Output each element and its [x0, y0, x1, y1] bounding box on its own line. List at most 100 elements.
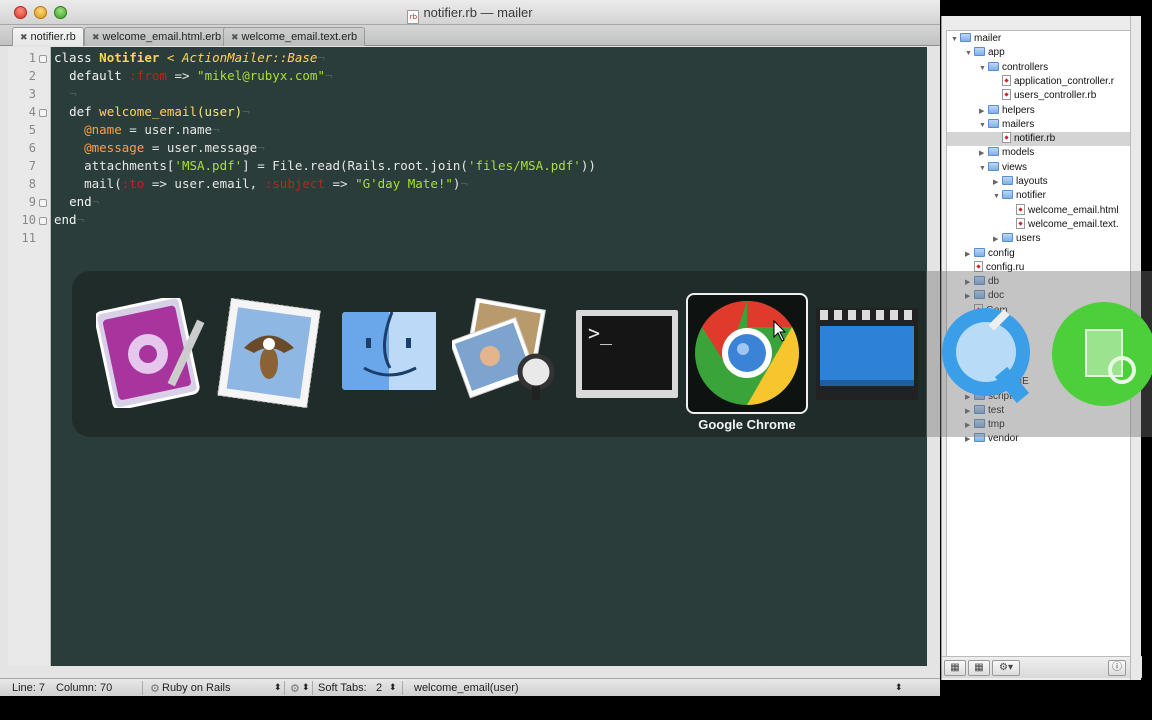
tree-item[interactable]: welcome_email.html — [947, 203, 1135, 218]
ruby-file-icon: rb — [407, 10, 420, 24]
fold-toggle-icon[interactable] — [39, 109, 47, 117]
line-number: 1 — [28, 51, 36, 65]
tree-item[interactable]: ▼ controllers — [947, 61, 1135, 75]
symbol-selector[interactable]: welcome_email(user) — [414, 682, 519, 694]
title-bar[interactable]: rb notifier.rb — mailer — [0, 0, 940, 25]
tree-item[interactable]: ▶ config — [947, 247, 1135, 261]
tree-item[interactable]: ▶ helpers — [947, 104, 1135, 118]
tab-welcome-email-text[interactable]: ✖ welcome_email.text.erb — [223, 27, 366, 46]
language-popup-arrow-icon[interactable]: ⬍ — [274, 682, 282, 693]
disclosure-closed-icon[interactable]: ▶ — [993, 233, 1002, 247]
selected-app-label: Google Chrome — [698, 417, 796, 432]
folder-icon — [974, 47, 985, 57]
line-number: 9 — [28, 195, 36, 209]
bundle-menu-icon[interactable]: ⚙ — [290, 682, 300, 695]
drawer-action-gear-icon[interactable]: ⚙▾ — [992, 660, 1020, 676]
sync-icon[interactable] — [1046, 298, 1152, 408]
chrome-icon[interactable] — [686, 293, 808, 414]
bundle-popup-arrow-icon[interactable]: ⬍ — [302, 682, 310, 693]
string-literal: "mikel@rubyx.com" — [197, 68, 325, 83]
tree-item[interactable]: welcome_email.text. — [947, 217, 1135, 232]
tree-item-label: helpers — [1002, 104, 1035, 116]
disclosure-closed-icon[interactable]: ▶ — [979, 105, 988, 119]
tree-item[interactable]: users_controller.rb — [947, 89, 1135, 103]
drawer-info-button[interactable]: ⓘ — [1108, 660, 1126, 676]
tree-item[interactable]: ▶ users — [947, 232, 1135, 246]
tree-item[interactable]: ▶ models — [947, 146, 1135, 160]
expression: => — [324, 176, 356, 191]
method-call: default — [69, 68, 122, 83]
line-number: 10 — [21, 213, 36, 227]
tab-close-icon[interactable]: ✖ — [20, 32, 28, 42]
tree-item[interactable]: ▼ mailers — [947, 118, 1135, 132]
status-divider — [284, 681, 285, 695]
terminal-icon[interactable]: >_ — [572, 298, 682, 408]
tree-item-label: mailers — [1002, 118, 1035, 130]
folder-icon — [988, 61, 999, 71]
language-selector[interactable]: Ruby on Rails — [162, 682, 230, 694]
disclosure-open-icon[interactable]: ▼ — [965, 47, 974, 61]
tree-item-label: application_controller.r — [1014, 75, 1115, 87]
line-number-gutter: 1 2 3 4 5 6 7 8 9 10 11 — [8, 47, 51, 666]
finder-icon[interactable] — [334, 298, 444, 408]
disclosure-closed-icon[interactable]: ▶ — [979, 147, 988, 161]
tab-welcome-email-html[interactable]: ✖ welcome_email.html.erb — [84, 27, 230, 46]
gear-icon[interactable]: ⚙ — [150, 682, 160, 695]
tree-item[interactable]: ▼ views — [947, 161, 1135, 175]
tree-item[interactable]: ▼ mailer — [947, 32, 1135, 46]
window-title: rb notifier.rb — mailer — [0, 5, 940, 24]
disclosure-open-icon[interactable]: ▼ — [993, 190, 1002, 204]
coda-icon[interactable] — [94, 295, 206, 411]
tree-item[interactable]: ▶ layouts — [947, 175, 1135, 189]
disclosure-open-icon[interactable]: ▼ — [951, 33, 960, 47]
folder-icon — [988, 118, 999, 128]
tree-item[interactable]: ▼ app — [947, 46, 1135, 60]
tree-item-label: mailer — [974, 33, 1002, 44]
symbol-popup-arrow-icon[interactable]: ⬍ — [895, 682, 903, 693]
line-number: 7 — [28, 159, 36, 173]
symbol: :from — [129, 68, 167, 83]
disclosure-closed-icon[interactable]: ▶ — [965, 248, 974, 262]
keyword: def — [69, 104, 92, 119]
superclass-name: ActionMailer::Base — [181, 50, 318, 65]
fold-toggle-icon[interactable] — [39, 199, 47, 207]
preview-icon[interactable] — [449, 297, 562, 408]
code-line-3: ¬ — [69, 86, 77, 101]
disclosure-open-icon[interactable]: ▼ — [979, 119, 988, 133]
disclosure-open-icon[interactable]: ▼ — [979, 62, 988, 76]
file-icon — [1016, 203, 1025, 215]
tree-item[interactable]: ▼ notifier — [947, 189, 1135, 203]
ruby-file-icon — [1002, 74, 1011, 86]
mail-icon[interactable] — [214, 297, 324, 409]
tree-item[interactable]: application_controller.r — [947, 74, 1135, 89]
ruby-file-icon — [1002, 89, 1011, 101]
folder-icon — [988, 104, 999, 114]
code-line-8: mail(:to => user.email, :subject => "G'd… — [84, 176, 468, 191]
code-line-2: default :from => "mikel@rubyx.com"¬ — [69, 68, 333, 83]
screenflow-icon[interactable] — [812, 298, 922, 408]
tab-close-icon[interactable]: ✖ — [92, 32, 100, 42]
drawer-toolbar: ▦ ▦ ⚙▾ ⓘ — [942, 656, 1142, 678]
disclosure-closed-icon[interactable]: ▶ — [993, 176, 1002, 190]
method-name: welcome_email — [99, 104, 198, 119]
add-folder-button[interactable]: ▦ — [968, 660, 990, 676]
tab-notifier-rb[interactable]: ✖ notifier.rb — [12, 27, 84, 46]
string-literal: "G'day Mate!" — [355, 176, 453, 191]
fold-toggle-icon[interactable] — [39, 217, 47, 225]
instance-variable: @message — [84, 140, 145, 155]
add-file-button[interactable]: ▦ — [944, 660, 966, 676]
expression: = user.name — [121, 122, 213, 137]
soft-tabs-popup-arrow-icon[interactable]: ⬍ — [389, 682, 397, 693]
expression: ] = File.read(Rails.root.join( — [242, 158, 468, 173]
tree-item[interactable]: notifier.rb — [947, 132, 1135, 147]
fold-toggle-icon[interactable] — [39, 55, 47, 63]
quicktime-icon[interactable] — [934, 298, 1044, 408]
expression: )) — [580, 158, 596, 173]
soft-tabs-selector[interactable]: 2 — [376, 682, 382, 694]
column-indicator: Column: 70 — [56, 682, 113, 694]
paren: ( — [197, 104, 205, 119]
disclosure-open-icon[interactable]: ▼ — [979, 162, 988, 176]
tree-item-label: app — [988, 47, 1005, 59]
tab-close-icon[interactable]: ✖ — [231, 32, 239, 42]
window-title-text: notifier.rb — mailer — [423, 5, 533, 20]
